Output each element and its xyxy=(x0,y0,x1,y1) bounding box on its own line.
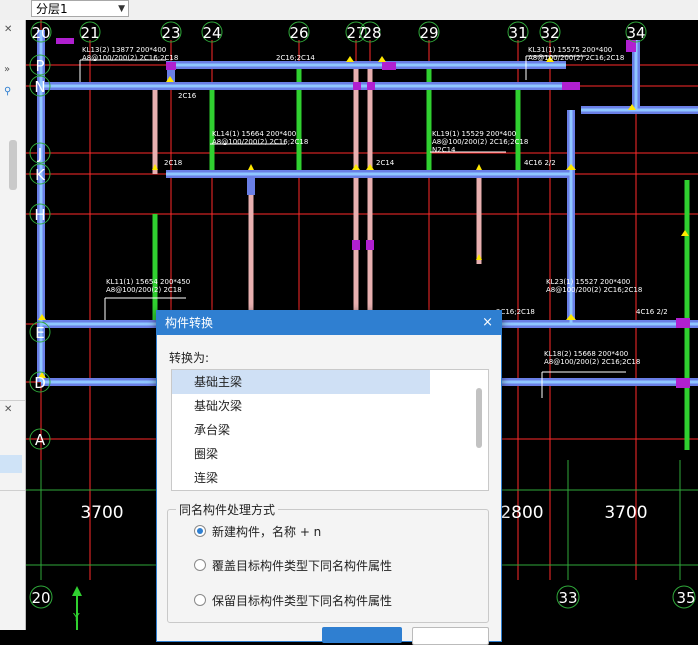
chevron-down-icon: ▼ xyxy=(118,4,125,14)
left-axis-label: K xyxy=(35,166,46,184)
ok-button[interactable] xyxy=(322,627,402,643)
left-axis-label: N xyxy=(34,78,45,96)
top-axis-label: 23 xyxy=(161,24,180,42)
convert-component-dialog: 构件转换 × 转换为: 基础主梁 基础次梁 承台梁 圈梁 连梁 同名构件处理方式… xyxy=(156,310,502,645)
close-icon-lower[interactable]: ✕ xyxy=(4,404,12,415)
top-axis-label: 28 xyxy=(362,24,381,42)
same-name-handling-group: 同名构件处理方式 新建构件，名称 + n 覆盖目标构件类型下同名构件属性 保留目… xyxy=(167,501,489,623)
radio-label: 新建构件，名称 + n xyxy=(212,525,322,539)
radio-label: 保留目标构件类型下同名构件属性 xyxy=(212,594,393,608)
top-axis-label: 34 xyxy=(626,24,645,42)
annotation-top-right-2: A8@100/200(2) 2C16;2C18 xyxy=(528,54,624,62)
left-axis-label: E xyxy=(35,324,44,342)
dialog-title: 构件转换 xyxy=(165,316,214,330)
dimension-label: 3700 xyxy=(80,503,123,523)
annotation-mid-b-3: N2C14 xyxy=(432,146,456,154)
close-icon[interactable]: ✕ xyxy=(4,24,12,35)
annotation-top-mid: 2C16;2C14 xyxy=(276,54,315,62)
top-axis-label: 31 xyxy=(508,24,527,42)
annotation-mid-c: 4C16 2/2 xyxy=(524,159,556,167)
annotation-small-3: 2C14 xyxy=(376,159,395,167)
bottom-axis-label: 20 xyxy=(31,589,50,607)
annotation-mid-b-2: A8@100/200(2) 2C16;2C18 xyxy=(432,138,528,146)
bottom-axis-label: 33 xyxy=(558,589,577,607)
annotation-small-4: 4C16 2/2 xyxy=(636,308,668,316)
radio-label: 覆盖目标构件类型下同名构件属性 xyxy=(212,559,393,573)
radio-unchecked-icon xyxy=(194,559,206,571)
radio-keep-component[interactable]: 保留目标构件类型下同名构件属性 xyxy=(194,593,392,609)
dimension-label: 3700 xyxy=(604,503,647,523)
annotation-top-left-2: A8@100/200(2) 2C16;2C18 xyxy=(82,54,178,62)
top-axis-label: 24 xyxy=(202,24,221,42)
left-axis-label: P xyxy=(35,57,44,75)
left-axis-label: J xyxy=(37,145,42,163)
annotation-mid-b-1: KL19(1) 15529 200*400 xyxy=(432,130,516,138)
convert-to-label: 转换为: xyxy=(169,351,210,365)
annotation-small-2: 2C18 xyxy=(164,159,182,167)
group-title: 同名构件处理方式 xyxy=(176,501,279,518)
top-toolbar: 分层1 ▼ xyxy=(0,0,698,21)
annotation-low-c-1: KL18(2) 15668 200*400 xyxy=(544,350,628,358)
top-axis-label: 20 xyxy=(31,24,50,42)
annotation-low-c-2: A8@100/200(2) 2C16;2C18 xyxy=(544,358,640,366)
left-panel: ✕ » ⚲ ✕ xyxy=(0,20,26,630)
radio-overwrite-component[interactable]: 覆盖目标构件类型下同名构件属性 xyxy=(194,558,392,574)
left-axis-label: A xyxy=(35,431,46,449)
left-axis-label: D xyxy=(34,374,46,392)
layer-dropdown[interactable]: 分层1 ▼ xyxy=(31,0,129,17)
left-panel-divider xyxy=(0,400,25,401)
top-axis-label: 32 xyxy=(540,24,559,42)
dimension-label: 2800 xyxy=(500,503,543,523)
list-scrollbar[interactable] xyxy=(476,388,482,448)
list-item[interactable]: 承台梁 xyxy=(172,418,430,442)
left-panel-scrollbar[interactable] xyxy=(9,140,17,190)
list-item[interactable]: 圈梁 xyxy=(172,442,430,466)
radio-new-component[interactable]: 新建构件，名称 + n xyxy=(194,524,321,540)
left-axis-label: H xyxy=(34,206,45,224)
annotation-mid-a-2: A8@100/200(2) 2C16;2C18 xyxy=(212,138,308,146)
bottom-axis-label: 35 xyxy=(676,589,695,607)
list-item[interactable]: 基础次梁 xyxy=(172,394,430,418)
top-axis-label: 29 xyxy=(419,24,438,42)
list-item[interactable]: 基础主梁 xyxy=(172,370,430,394)
top-axis-label: 26 xyxy=(289,24,308,42)
annotation-top-right-1: KL31(1) 15575 200*400 xyxy=(528,46,612,54)
annotation-low-a-2: A8@100/200(2) 2C18 xyxy=(106,286,182,294)
layer-dropdown-value: 分层1 xyxy=(36,2,68,16)
annotation-top-left-1: KL13(2) 13877 200*400 xyxy=(82,46,166,54)
annotation-low-a-1: KL11(1) 15654 200*450 xyxy=(106,278,190,286)
left-panel-selected-row[interactable] xyxy=(0,455,22,473)
annotation-low-b-1: KL23(1) 15527 200*400 xyxy=(546,278,630,286)
top-axis-label: 21 xyxy=(80,24,99,42)
close-icon[interactable]: × xyxy=(482,311,493,335)
radio-unchecked-icon xyxy=(194,594,206,606)
component-type-list[interactable]: 基础主梁 基础次梁 承台梁 圈梁 连梁 xyxy=(171,369,489,491)
search-icon[interactable]: ⚲ xyxy=(4,86,11,97)
expand-icon[interactable]: » xyxy=(4,64,10,75)
annotation-mid-a-1: KL14(1) 15664 200*400 xyxy=(212,130,296,138)
list-item[interactable]: 连梁 xyxy=(172,466,430,490)
radio-checked-icon xyxy=(194,525,206,537)
dialog-title-bar[interactable]: 构件转换 × xyxy=(157,311,501,335)
axis-y-label: Y xyxy=(72,611,80,624)
annotation-small-1: 2C16 xyxy=(178,92,197,100)
annotation-low-b-2: A8@100/200(2) 2C16;2C18 xyxy=(546,286,642,294)
left-panel-divider-2 xyxy=(0,490,25,491)
